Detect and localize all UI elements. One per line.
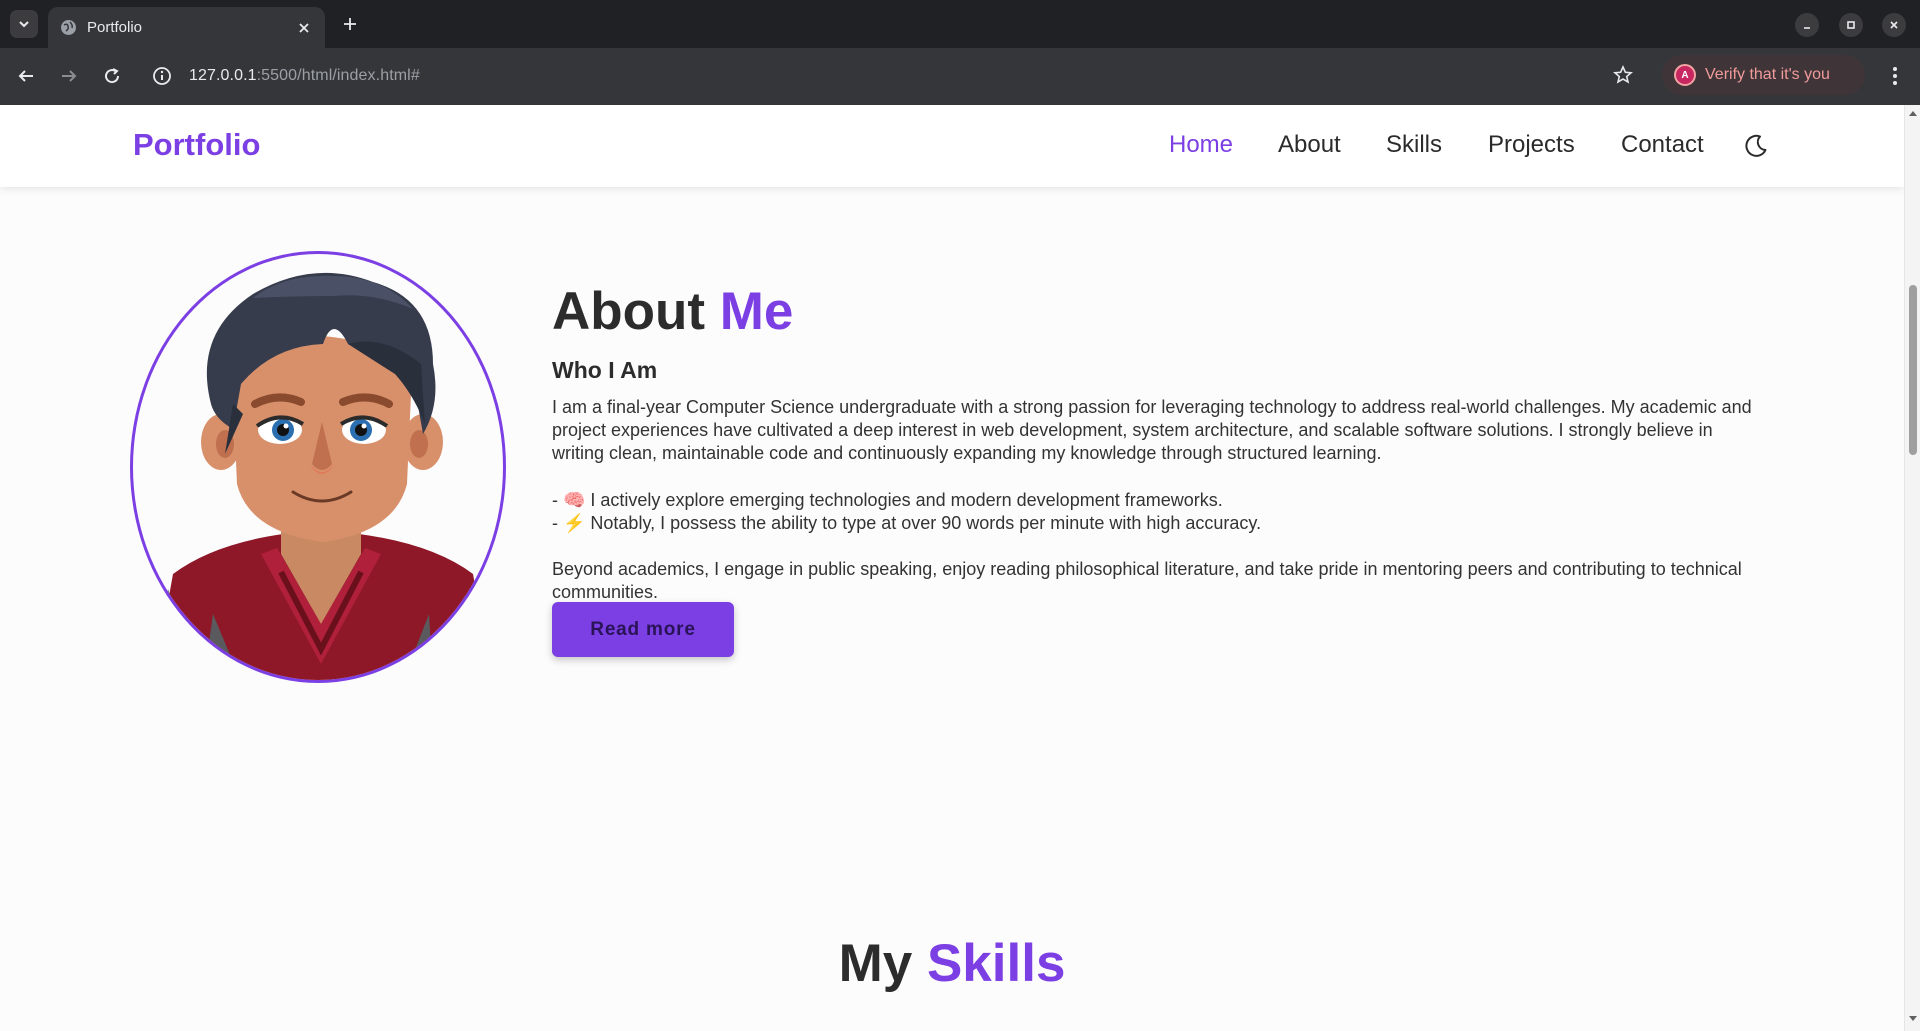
avatar-illustration [153, 272, 493, 680]
page-scrollbar[interactable] [1904, 105, 1920, 1031]
bookmark-button[interactable] [1610, 62, 1636, 88]
forward-button[interactable] [55, 62, 83, 90]
reload-button[interactable] [98, 62, 126, 90]
about-paragraph-intro: I am a final-year Computer Science under… [552, 397, 1752, 463]
profile-avatar: A [1674, 64, 1696, 86]
about-bullet-typing: - ⚡ Notably, I possess the ability to ty… [552, 513, 1262, 533]
browser-menu-button[interactable] [1882, 62, 1908, 90]
tab-title: Portfolio [87, 19, 143, 36]
nav-projects[interactable]: Projects [1488, 131, 1575, 159]
chevron-down-icon [19, 21, 29, 28]
browser-tab[interactable]: Portfolio [48, 7, 325, 48]
nav-home[interactable]: Home [1169, 131, 1233, 159]
scroll-up-arrow-icon[interactable] [1908, 109, 1918, 117]
maximize-button[interactable] [1839, 13, 1863, 37]
about-subheading: Who I Am [552, 357, 658, 383]
page-viewport: Portfolio Home About Skills Projects Con… [0, 105, 1904, 1031]
arrow-left-icon [18, 70, 33, 82]
minimize-button[interactable] [1795, 13, 1819, 37]
profile-picture-frame [130, 251, 506, 683]
nav-skills[interactable]: Skills [1386, 131, 1442, 159]
scroll-down-arrow-icon[interactable] [1908, 1015, 1918, 1023]
close-icon [1890, 21, 1898, 29]
moon-icon[interactable] [1743, 133, 1769, 159]
maximize-icon [1847, 21, 1855, 29]
arrow-right-icon [62, 70, 77, 82]
about-paragraph-beyond: Beyond academics, I engage in public spe… [552, 559, 1742, 602]
url-text: 127.0.0.1:5500/html/index.html# [189, 67, 420, 84]
minimize-icon [1804, 27, 1810, 29]
back-button[interactable] [12, 62, 40, 90]
close-window-button[interactable] [1882, 13, 1906, 37]
globe-icon [61, 20, 76, 35]
read-more-button[interactable]: Read more [552, 602, 734, 657]
info-icon [153, 67, 171, 85]
tab-search-button[interactable] [10, 10, 38, 38]
site-navbar: Portfolio Home About Skills Projects Con… [0, 105, 1904, 187]
star-icon [1613, 65, 1633, 84]
more-vert-icon [1893, 67, 1897, 85]
tab-close-button[interactable] [293, 17, 315, 39]
about-bullet-technologies: - 🧠 I actively explore emerging technolo… [552, 490, 1223, 510]
verify-label: Verify that it's you [1705, 66, 1830, 83]
browser-tab-strip: Portfolio [0, 0, 1920, 48]
address-bar[interactable]: 127.0.0.1:5500/html/index.html# [142, 56, 1642, 96]
scrollbar-thumb[interactable] [1909, 285, 1917, 455]
plus-icon [344, 18, 356, 30]
browser-toolbar: 127.0.0.1:5500/html/index.html# A Verify… [0, 48, 1920, 105]
close-icon [299, 23, 309, 33]
nav-about[interactable]: About [1278, 131, 1341, 159]
verify-identity-button[interactable]: A Verify that it's you [1662, 55, 1865, 95]
brand-logo[interactable]: Portfolio [133, 127, 260, 163]
about-heading: About Me [552, 282, 794, 341]
nav-contact[interactable]: Contact [1621, 131, 1704, 159]
new-tab-button[interactable] [337, 11, 363, 37]
skills-heading: My Skills [838, 934, 1066, 993]
reload-icon [105, 68, 120, 84]
